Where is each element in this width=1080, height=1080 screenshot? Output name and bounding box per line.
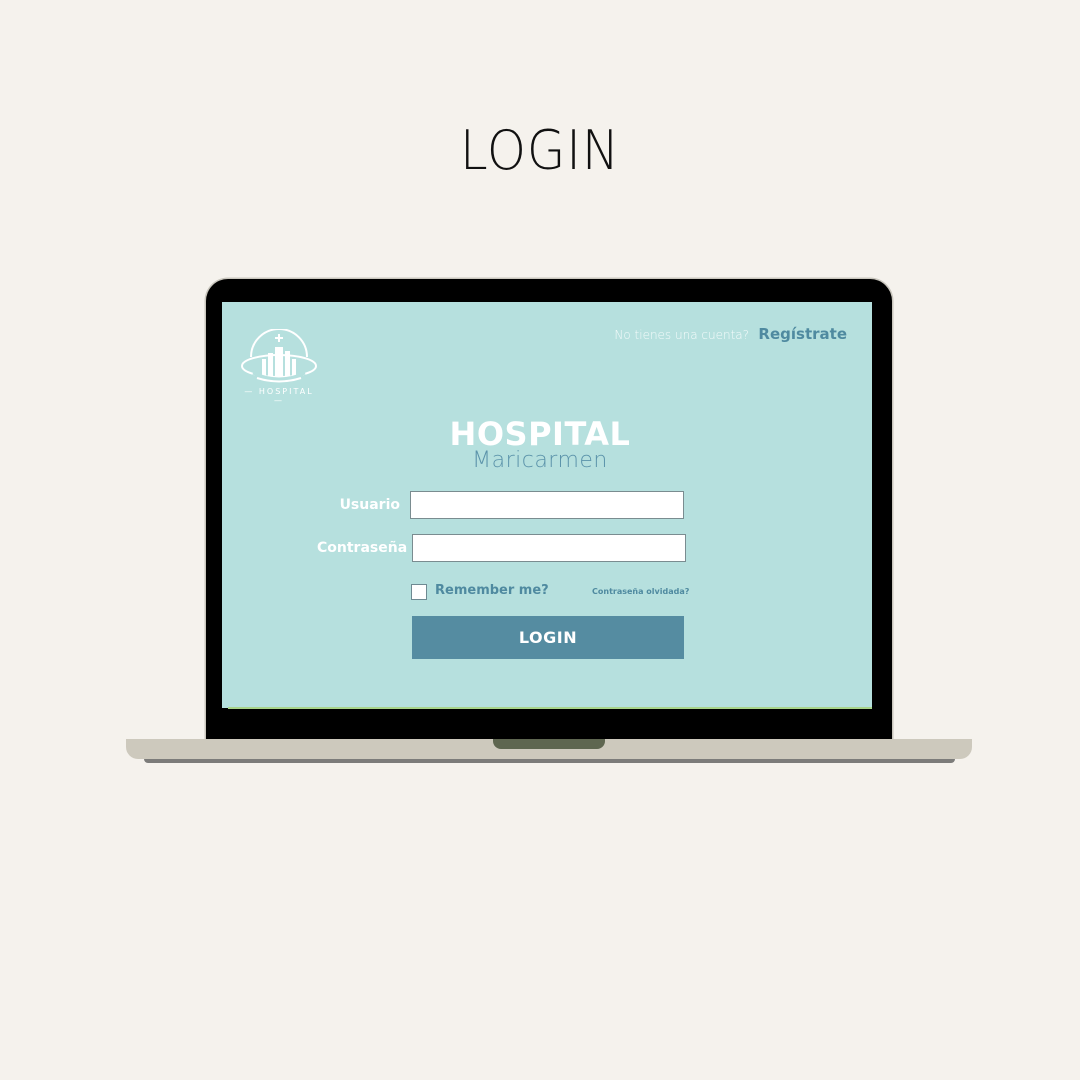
laptop-notch (493, 739, 605, 749)
password-label: Contraseña (317, 540, 408, 556)
username-input[interactable] (410, 491, 684, 519)
login-button[interactable]: LOGIN (412, 616, 684, 659)
logo-text: — HOSPITAL — (244, 387, 314, 405)
hospital-building-icon (241, 328, 317, 383)
laptop-foot (144, 759, 955, 763)
remember-checkbox[interactable] (411, 584, 427, 600)
hospital-logo: — HOSPITAL — (239, 328, 319, 405)
brand-subtitle: Maricarmen (472, 448, 608, 473)
remember-label: Remember me? (435, 583, 549, 598)
username-label: Usuario (339, 497, 400, 513)
login-screen: — HOSPITAL — No tienes una cuenta? Regís… (222, 302, 872, 708)
forgot-password-link[interactable]: Contraseña olvidada? (592, 587, 689, 596)
signup-link[interactable]: Regístrate (758, 325, 847, 343)
page-heading: LOGIN (460, 119, 620, 182)
password-input[interactable] (412, 534, 686, 562)
signup-prompt: No tienes una cuenta? (614, 328, 749, 342)
screen-bottom-line (228, 707, 872, 709)
